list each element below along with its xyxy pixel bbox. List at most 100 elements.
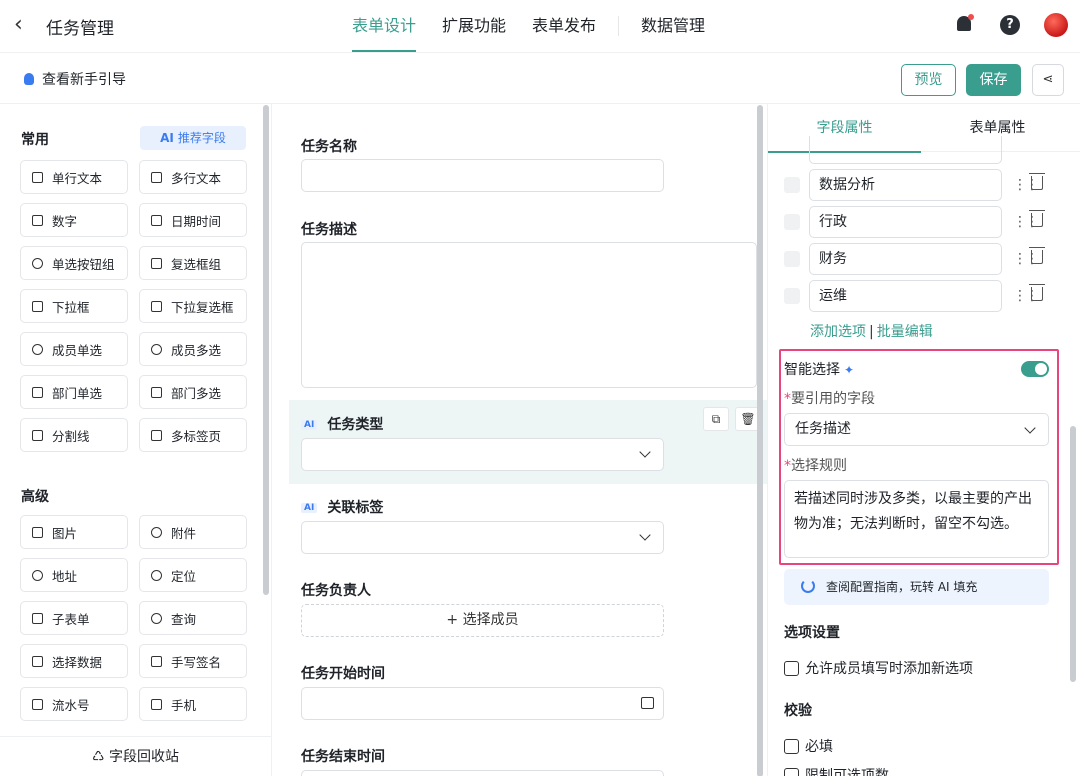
comp-single-line-text[interactable]: 单行文本	[20, 160, 128, 194]
departments-icon	[151, 386, 162, 398]
comp-label: 成员多选	[171, 342, 222, 358]
save-button[interactable]: 保存	[966, 64, 1021, 96]
start-time-input[interactable]	[301, 687, 664, 720]
crosshair-icon	[151, 569, 162, 581]
top-bar: ‹ 任务管理 表单设计 扩展功能 表单发布 数据管理 ?	[0, 0, 1080, 52]
smart-select-toggle[interactable]	[1021, 361, 1049, 377]
task-desc-textarea[interactable]	[301, 242, 757, 388]
comp-query[interactable]: 查询	[139, 601, 247, 635]
comp-positioning[interactable]: 定位	[139, 558, 247, 592]
field-label-start-time: 任务开始时间	[301, 666, 385, 682]
comp-checkbox-group[interactable]: 复选框组	[139, 246, 247, 280]
option-checkbox[interactable]	[784, 288, 800, 304]
comp-multi-tabs[interactable]: 多标签页	[139, 418, 247, 452]
option-input[interactable]: 数据分析	[809, 169, 1002, 201]
notification-dot	[968, 14, 974, 20]
link-separator: |	[869, 324, 874, 340]
rule-textarea[interactable]: 若描述同时涉及多类，以最主要的产出物为准；无法判断时，留空不勾选。	[784, 480, 1049, 558]
smart-select-label: 智能选择	[784, 362, 840, 378]
copy-icon[interactable]: ⧉	[703, 407, 729, 431]
add-option-link[interactable]: 添加选项	[810, 324, 866, 340]
comp-member-multi[interactable]: 成员多选	[139, 332, 247, 366]
users-icon	[151, 343, 162, 355]
option-input[interactable]: 财务	[809, 243, 1002, 275]
option-input[interactable]: 行政	[809, 206, 1002, 238]
comp-image[interactable]: 图片	[20, 515, 128, 549]
task-type-select[interactable]	[301, 438, 664, 471]
allow-new-option-checkbox[interactable]	[784, 660, 799, 676]
help-icon[interactable]: ?	[1000, 15, 1020, 35]
component-panel: 常用 AI 推荐字段 单行文本 多行文本 数字 日期时间 单选按钮组 复选框组 下…	[0, 104, 272, 776]
end-time-input[interactable]	[301, 770, 664, 776]
checkbox-icon	[151, 257, 162, 269]
comp-signature[interactable]: 手写签名	[139, 644, 247, 678]
ai-recommend-button[interactable]: AI 推荐字段	[140, 126, 246, 150]
comp-label: 手写签名	[171, 654, 222, 670]
comp-label: 成员单选	[52, 342, 103, 358]
subform-icon	[32, 612, 43, 624]
trash-icon[interactable]	[1029, 173, 1045, 190]
comp-dept-single[interactable]: 部门单选	[20, 375, 128, 409]
ref-field-select[interactable]: 任务描述	[784, 413, 1049, 446]
comp-radio-group[interactable]: 单选按钮组	[20, 246, 128, 280]
task-name-input[interactable]	[301, 159, 664, 192]
required-checkbox[interactable]	[784, 738, 799, 754]
comp-divider[interactable]: 分割线	[20, 418, 128, 452]
trash-icon[interactable]	[1029, 247, 1045, 264]
preview-button[interactable]: 预览	[901, 64, 956, 96]
option-checkbox[interactable]	[784, 214, 800, 230]
tab-data-management[interactable]: 数据管理	[641, 0, 705, 52]
tab-form-publish[interactable]: 表单发布	[532, 0, 596, 52]
comp-dropdown-multi[interactable]: 下拉复选框	[139, 289, 247, 323]
chevron-down-icon	[639, 446, 651, 458]
recycle-icon: ♺	[91, 749, 109, 765]
config-guide-tip[interactable]: 查阅配置指南，玩转 AI 填充	[784, 569, 1049, 605]
related-tags-select[interactable]	[301, 521, 664, 554]
guide-link[interactable]: 查看新手引导	[24, 69, 126, 89]
avatar[interactable]	[1044, 13, 1068, 37]
comp-label: 图片	[52, 525, 78, 541]
batch-edit-link[interactable]: 批量编辑	[877, 324, 933, 340]
tab-extensions[interactable]: 扩展功能	[442, 0, 506, 52]
comp-subform[interactable]: 子表单	[20, 601, 128, 635]
lightbulb-icon	[24, 73, 34, 85]
back-icon[interactable]: ‹	[14, 12, 23, 38]
trash-icon[interactable]	[1029, 210, 1045, 227]
comp-datetime[interactable]: 日期时间	[139, 203, 247, 237]
comp-number[interactable]: 数字	[20, 203, 128, 237]
required-star: *	[784, 391, 791, 407]
tab-form-design[interactable]: 表单设计	[352, 0, 417, 52]
comp-serial-number[interactable]: 流水号	[20, 687, 128, 721]
trash-icon[interactable]	[1029, 284, 1045, 301]
comp-member-single[interactable]: 成员单选	[20, 332, 128, 366]
comp-label: 数字	[52, 213, 78, 229]
required-label: 必填	[805, 739, 833, 755]
required-row[interactable]: 必填	[784, 736, 833, 756]
comp-label: 多标签页	[171, 428, 222, 444]
limit-options-checkbox[interactable]	[784, 767, 799, 776]
comp-phone[interactable]: 手机	[139, 687, 247, 721]
comp-dept-multi[interactable]: 部门多选	[139, 375, 247, 409]
bell-icon[interactable]	[954, 14, 976, 36]
limit-options-row[interactable]: 限制可选项数	[784, 765, 889, 776]
select-member-button[interactable]: + 选择成员	[301, 604, 664, 637]
comp-select-data[interactable]: 选择数据	[20, 644, 128, 678]
option-input-partial[interactable]	[809, 136, 1002, 164]
share-icon[interactable]: ⋖	[1032, 64, 1064, 96]
phone-icon	[151, 698, 162, 710]
option-row: 行政 ⋮⋮	[784, 206, 1074, 238]
advanced-section-title: 高级	[21, 489, 49, 505]
canvas-scrollbar[interactable]	[757, 105, 763, 776]
option-checkbox[interactable]	[784, 177, 800, 193]
comp-address[interactable]: 地址	[20, 558, 128, 592]
option-input[interactable]: 运维	[809, 280, 1002, 312]
left-scrollbar[interactable]	[263, 105, 269, 595]
option-checkbox[interactable]	[784, 251, 800, 267]
comp-label: 选择数据	[52, 654, 103, 670]
comp-dropdown[interactable]: 下拉框	[20, 289, 128, 323]
comp-multi-line-text[interactable]: 多行文本	[139, 160, 247, 194]
allow-new-option-row[interactable]: 允许成员填写时添加新选项	[784, 658, 973, 678]
properties-scrollbar[interactable]	[1070, 426, 1076, 682]
field-recycle-bin[interactable]: ♺ 字段回收站	[0, 736, 271, 776]
comp-attachment[interactable]: 附件	[139, 515, 247, 549]
